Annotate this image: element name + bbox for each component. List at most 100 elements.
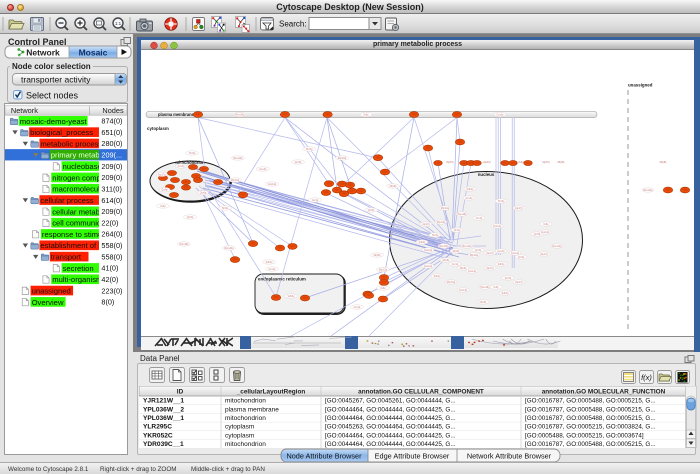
svg-text:[GO:0045267, GO:0045261, GO:00: [GO:0045267, GO:0045261, GO:0044444, G..… [325,398,456,405]
svg-text:651(0): 651(0) [101,128,122,137]
svg-text:Mrp8p: Mrp8p [443,259,450,262]
svg-text:YLR295C: YLR295C [143,424,172,431]
svg-text:plasma membrane: plasma membrane [158,112,195,117]
svg-text:Mrp8p: Mrp8p [480,301,487,304]
svg-text:Atp17p: Atp17p [483,161,491,164]
svg-text:Sdh4p: Sdh4p [467,188,475,191]
svg-text:Mrpl11p: Mrpl11p [338,157,347,160]
svg-text:Gcv3p: Gcv3p [498,250,506,253]
svg-text:264(0): 264(0) [101,230,122,239]
svg-text:Cox12p: Cox12p [268,183,277,186]
svg-text:Mrpl11p: Mrpl11p [441,207,450,210]
svg-text:[GO:0016787, GO:0005215, GO:00: [GO:0016787, GO:0005215, GO:0003824, G..… [525,424,656,431]
svg-text:Sdh4p: Sdh4p [288,295,296,298]
svg-text:f(x): f(x) [641,373,652,382]
svg-text:Mrpl11p: Mrpl11p [447,281,456,284]
svg-text:Tim9p: Tim9p [498,200,505,203]
svg-text:Ilv6p: Ilv6p [380,287,386,290]
svg-text:Qcr6p: Qcr6p [505,277,512,280]
svg-text:1:1: 1:1 [115,21,122,26]
svg-text:Sdh4p: Sdh4p [419,241,427,244]
svg-text:Search:: Search: [279,20,307,29]
svg-text:primary metabo: primary metabo [51,151,104,160]
svg-text:Atp17p: Atp17p [422,223,430,226]
svg-text:223(0): 223(0) [101,286,122,295]
svg-text:Nodes: Nodes [102,106,124,115]
svg-text:22(0): 22(0) [101,218,118,227]
svg-text:YJR121W__1: YJR121W__1 [143,398,184,405]
svg-text:Cor1p: Cor1p [312,199,319,202]
svg-text:Network: Network [26,48,60,58]
svg-text:[GO:0016787, GO:0005488, GO:00: [GO:0016787, GO:0005488, GO:0005215, G..… [525,441,656,448]
svg-text:Gcv3p: Gcv3p [466,197,474,200]
svg-text:280(0): 280(0) [101,139,122,148]
svg-text:Mosaic: Mosaic [79,48,108,58]
svg-text:[GO:0044464, GO:0044444, GO:00: [GO:0044464, GO:0044444, GO:0044425, G..… [325,432,456,439]
svg-text:41(0): 41(0) [101,264,118,273]
svg-text:Qcr6p: Qcr6p [295,161,302,164]
svg-text:Cox12p: Cox12p [459,289,468,292]
svg-text:[GO:0044464, GO:0044444, GO:00: [GO:0044464, GO:0044444, GO:0044425, G..… [325,415,456,422]
svg-text:mitochondrion: mitochondrion [225,441,266,448]
svg-text:Rsm24p: Rsm24p [553,245,563,248]
svg-text:Atp17p: Atp17p [446,161,454,164]
svg-text:209(0): 209(0) [101,173,122,182]
svg-text:Pam18p: Pam18p [458,213,468,216]
svg-text:Cor1p: Cor1p [354,306,361,309]
svg-text:YDR039C__1: YDR039C__1 [143,441,184,448]
svg-text:mitochondrion: mitochondrion [225,398,266,405]
svg-text:Mrp8p: Mrp8p [374,254,381,257]
svg-text:macromolecule: macromolecule [52,185,104,194]
svg-text:Mrpl11p: Mrpl11p [470,254,479,257]
svg-text:[GO:0045263, GO:0044464, GO:00: [GO:0045263, GO:0044464, GO:0044445, G..… [325,424,456,431]
svg-text:Atp17p: Atp17p [542,161,550,164]
svg-text:Mrpl11p: Mrpl11p [437,221,446,224]
svg-text:Atp17p: Atp17p [540,253,548,256]
svg-text:response to stimul: response to stimul [42,230,104,239]
svg-text:Atp17p: Atp17p [515,281,523,284]
svg-text:Sdh4p: Sdh4p [434,275,442,278]
svg-text:mosaic-demo-yeast: mosaic-demo-yeast [20,117,88,126]
svg-text:annotation.GO CELLULAR_COMPONE: annotation.GO CELLULAR_COMPONENT [358,388,484,395]
svg-text:Mrpl11p: Mrpl11p [231,179,240,182]
svg-text:558(0): 558(0) [101,252,122,261]
svg-text:Gcv3p: Gcv3p [269,268,277,271]
svg-text:Cox12p: Cox12p [468,270,477,273]
svg-text:_cellularLayoutRegion: _cellularLayoutRegion [236,388,306,395]
svg-text:Atp17p: Atp17p [486,252,494,255]
svg-text:Qcr6p: Qcr6p [518,256,525,259]
svg-text:Network Attribute Browser: Network Attribute Browser [467,451,552,460]
svg-text:cytoplasm: cytoplasm [225,432,254,439]
svg-text:Rsm24p: Rsm24p [440,245,450,248]
svg-text:Tim9p: Tim9p [432,234,439,237]
svg-text:[GO:0016787, GO:0005488, GO:00: [GO:0016787, GO:0005488, GO:0005215, G..… [525,406,656,413]
svg-text:Ilv6p: Ilv6p [543,223,549,226]
svg-text:[GO:0044464, GO:0044444, GO:00: [GO:0044464, GO:0044444, GO:0044425, G..… [325,441,456,448]
svg-text:Tim9p: Tim9p [189,152,196,155]
svg-text:unassigned: unassigned [32,287,71,296]
svg-text:Tim9p: Tim9p [306,148,313,151]
svg-text:YKR052C: YKR052C [143,432,173,439]
svg-text:311(0): 311(0) [101,184,121,193]
svg-text:Qcr6p: Qcr6p [368,209,375,212]
svg-text:mitochondrion: mitochondrion [225,415,266,422]
svg-text:Mrp8p: Mrp8p [660,161,667,164]
svg-text:Tim9p: Tim9p [222,207,229,210]
svg-text:transport: transport [51,253,82,262]
svg-text:Qcr6p: Qcr6p [200,192,207,195]
svg-text:Gcv3p: Gcv3p [497,114,505,117]
svg-text:Rsm24p: Rsm24p [463,245,473,248]
svg-text:[GO:0005488, GO:0005215, GO:00: [GO:0005488, GO:0005215, GO:0003674] [525,432,644,439]
svg-text:establishment of lo: establishment of lo [40,241,104,250]
svg-text:Rsm24p: Rsm24p [644,189,654,192]
svg-text:Rsm24p: Rsm24p [234,157,244,160]
svg-text:cell communicat: cell communicat [52,219,108,228]
svg-text:unassigned: unassigned [628,83,653,88]
svg-text:ID: ID [177,388,184,395]
svg-text:Mrpl11p: Mrpl11p [379,269,388,272]
svg-text:Gcv3p: Gcv3p [260,168,268,171]
svg-text:Pam18p: Pam18p [180,243,190,246]
svg-text:Rsm24p: Rsm24p [225,247,235,250]
svg-text:cytoplasm: cytoplasm [147,126,169,131]
svg-text:209(...: 209(... [101,151,122,160]
